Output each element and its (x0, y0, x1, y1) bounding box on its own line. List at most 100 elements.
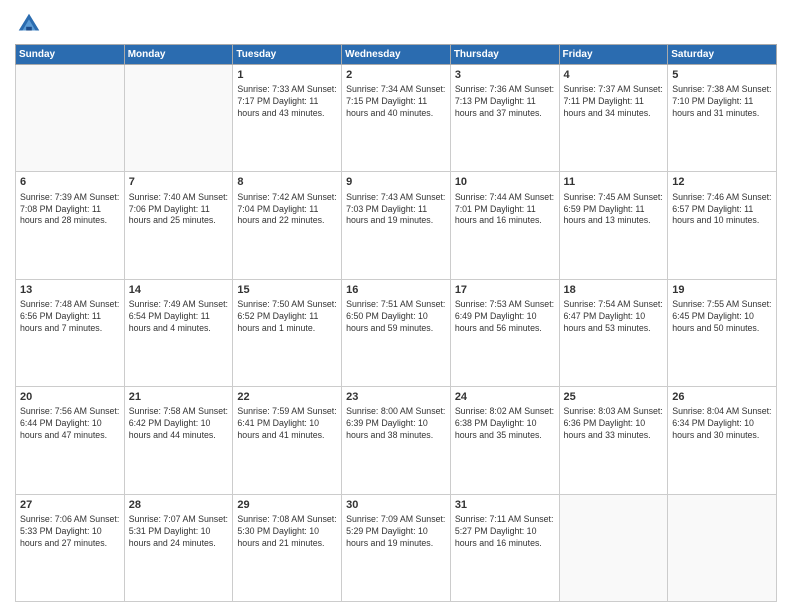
calendar-cell: 24 Sunrise: 8:02 AM Sunset: 6:38 PM Dayli… (450, 387, 559, 494)
logo-icon (15, 10, 43, 38)
day-number: 31 (455, 498, 555, 512)
calendar-cell: 10 Sunrise: 7:44 AM Sunset: 7:01 PM Dayli… (450, 172, 559, 279)
day-number: 30 (346, 498, 446, 512)
day-info: Sunrise: 7:40 AM Sunset: 7:06 PM Dayligh… (129, 192, 229, 228)
calendar-cell (16, 65, 125, 172)
calendar-table: SundayMondayTuesdayWednesdayThursdayFrid… (15, 44, 777, 602)
day-info: Sunrise: 7:09 AM Sunset: 5:29 PM Dayligh… (346, 514, 446, 550)
calendar-cell (668, 494, 777, 601)
day-number: 5 (672, 68, 772, 82)
day-info: Sunrise: 7:44 AM Sunset: 7:01 PM Dayligh… (455, 192, 555, 228)
day-info: Sunrise: 7:48 AM Sunset: 6:56 PM Dayligh… (20, 299, 120, 335)
day-info: Sunrise: 7:33 AM Sunset: 7:17 PM Dayligh… (237, 84, 337, 120)
day-number: 26 (672, 390, 772, 404)
day-number: 1 (237, 68, 337, 82)
calendar-week-row: 6 Sunrise: 7:39 AM Sunset: 7:08 PM Daylig… (16, 172, 777, 279)
weekday-header: Thursday (450, 45, 559, 65)
calendar-week-row: 27Sunrise: 7:06 AM Sunset: 5:33 PM Dayli… (16, 494, 777, 601)
day-info: Sunrise: 7:07 AM Sunset: 5:31 PM Dayligh… (129, 514, 229, 550)
day-number: 8 (237, 175, 337, 189)
calendar-cell: 18 Sunrise: 7:54 AM Sunset: 6:47 PM Dayli… (559, 279, 668, 386)
day-info: Sunrise: 7:45 AM Sunset: 6:59 PM Dayligh… (564, 192, 664, 228)
calendar-cell: 4Sunrise: 7:37 AM Sunset: 7:11 PM Daylig… (559, 65, 668, 172)
day-number: 15 (237, 283, 337, 297)
calendar-cell: 16Sunrise: 7:51 AM Sunset: 6:50 PM Dayli… (342, 279, 451, 386)
day-number: 14 (129, 283, 229, 297)
day-number: 6 (20, 175, 120, 189)
calendar-cell: 5 Sunrise: 7:38 AM Sunset: 7:10 PM Daylig… (668, 65, 777, 172)
calendar-cell: 2 Sunrise: 7:34 AM Sunset: 7:15 PM Daylig… (342, 65, 451, 172)
header (15, 10, 777, 38)
weekday-header: Friday (559, 45, 668, 65)
calendar-cell: 6 Sunrise: 7:39 AM Sunset: 7:08 PM Daylig… (16, 172, 125, 279)
day-info: Sunrise: 7:42 AM Sunset: 7:04 PM Dayligh… (237, 192, 337, 228)
day-info: Sunrise: 7:54 AM Sunset: 6:47 PM Dayligh… (564, 299, 664, 335)
day-number: 2 (346, 68, 446, 82)
day-info: Sunrise: 7:56 AM Sunset: 6:44 PM Dayligh… (20, 406, 120, 442)
day-number: 10 (455, 175, 555, 189)
calendar-cell: 27Sunrise: 7:06 AM Sunset: 5:33 PM Dayli… (16, 494, 125, 601)
day-number: 22 (237, 390, 337, 404)
calendar-cell: 17 Sunrise: 7:53 AM Sunset: 6:49 PM Dayli… (450, 279, 559, 386)
calendar-cell: 20 Sunrise: 7:56 AM Sunset: 6:44 PM Dayli… (16, 387, 125, 494)
day-number: 12 (672, 175, 772, 189)
weekday-header-row: SundayMondayTuesdayWednesdayThursdayFrid… (16, 45, 777, 65)
day-info: Sunrise: 7:08 AM Sunset: 5:30 PM Dayligh… (237, 514, 337, 550)
calendar-cell: 11 Sunrise: 7:45 AM Sunset: 6:59 PM Dayli… (559, 172, 668, 279)
day-info: Sunrise: 7:49 AM Sunset: 6:54 PM Dayligh… (129, 299, 229, 335)
day-info: Sunrise: 7:59 AM Sunset: 6:41 PM Dayligh… (237, 406, 337, 442)
calendar-cell: 1 Sunrise: 7:33 AM Sunset: 7:17 PM Daylig… (233, 65, 342, 172)
day-info: Sunrise: 7:36 AM Sunset: 7:13 PM Dayligh… (455, 84, 555, 120)
weekday-header: Tuesday (233, 45, 342, 65)
day-info: Sunrise: 8:02 AM Sunset: 6:38 PM Dayligh… (455, 406, 555, 442)
day-number: 16 (346, 283, 446, 297)
calendar-cell: 13 Sunrise: 7:48 AM Sunset: 6:56 PM Dayli… (16, 279, 125, 386)
day-number: 21 (129, 390, 229, 404)
day-info: Sunrise: 7:58 AM Sunset: 6:42 PM Dayligh… (129, 406, 229, 442)
weekday-header: Monday (124, 45, 233, 65)
day-number: 11 (564, 175, 664, 189)
day-info: Sunrise: 7:38 AM Sunset: 7:10 PM Dayligh… (672, 84, 772, 120)
calendar-cell: 19Sunrise: 7:55 AM Sunset: 6:45 PM Dayli… (668, 279, 777, 386)
logo (15, 10, 47, 38)
day-number: 24 (455, 390, 555, 404)
calendar-cell: 12 Sunrise: 7:46 AM Sunset: 6:57 PM Dayli… (668, 172, 777, 279)
day-number: 29 (237, 498, 337, 512)
calendar-week-row: 20 Sunrise: 7:56 AM Sunset: 6:44 PM Dayli… (16, 387, 777, 494)
day-number: 27 (20, 498, 120, 512)
day-info: Sunrise: 7:11 AM Sunset: 5:27 PM Dayligh… (455, 514, 555, 550)
calendar-week-row: 1 Sunrise: 7:33 AM Sunset: 7:17 PM Daylig… (16, 65, 777, 172)
weekday-header: Sunday (16, 45, 125, 65)
page: SundayMondayTuesdayWednesdayThursdayFrid… (0, 0, 792, 612)
calendar-cell: 7 Sunrise: 7:40 AM Sunset: 7:06 PM Daylig… (124, 172, 233, 279)
day-number: 4 (564, 68, 664, 82)
calendar-cell: 22 Sunrise: 7:59 AM Sunset: 6:41 PM Dayli… (233, 387, 342, 494)
calendar-cell (124, 65, 233, 172)
calendar-cell: 30 Sunrise: 7:09 AM Sunset: 5:29 PM Dayli… (342, 494, 451, 601)
calendar-cell: 31 Sunrise: 7:11 AM Sunset: 5:27 PM Dayli… (450, 494, 559, 601)
calendar-cell: 9Sunrise: 7:43 AM Sunset: 7:03 PM Daylig… (342, 172, 451, 279)
calendar-cell: 25Sunrise: 8:03 AM Sunset: 6:36 PM Dayli… (559, 387, 668, 494)
calendar-cell: 15Sunrise: 7:50 AM Sunset: 6:52 PM Dayli… (233, 279, 342, 386)
day-info: Sunrise: 7:34 AM Sunset: 7:15 PM Dayligh… (346, 84, 446, 120)
day-number: 17 (455, 283, 555, 297)
calendar-cell: 29 Sunrise: 7:08 AM Sunset: 5:30 PM Dayli… (233, 494, 342, 601)
day-info: Sunrise: 7:46 AM Sunset: 6:57 PM Dayligh… (672, 192, 772, 228)
day-number: 20 (20, 390, 120, 404)
weekday-header: Wednesday (342, 45, 451, 65)
calendar-week-row: 13 Sunrise: 7:48 AM Sunset: 6:56 PM Dayli… (16, 279, 777, 386)
weekday-header: Saturday (668, 45, 777, 65)
calendar-cell: 28Sunrise: 7:07 AM Sunset: 5:31 PM Dayli… (124, 494, 233, 601)
day-number: 18 (564, 283, 664, 297)
calendar-cell: 21 Sunrise: 7:58 AM Sunset: 6:42 PM Dayli… (124, 387, 233, 494)
day-info: Sunrise: 7:53 AM Sunset: 6:49 PM Dayligh… (455, 299, 555, 335)
day-number: 7 (129, 175, 229, 189)
day-number: 3 (455, 68, 555, 82)
day-number: 19 (672, 283, 772, 297)
calendar-cell: 8 Sunrise: 7:42 AM Sunset: 7:04 PM Daylig… (233, 172, 342, 279)
day-info: Sunrise: 7:39 AM Sunset: 7:08 PM Dayligh… (20, 192, 120, 228)
day-number: 9 (346, 175, 446, 189)
day-number: 25 (564, 390, 664, 404)
day-info: Sunrise: 8:00 AM Sunset: 6:39 PM Dayligh… (346, 406, 446, 442)
day-number: 13 (20, 283, 120, 297)
